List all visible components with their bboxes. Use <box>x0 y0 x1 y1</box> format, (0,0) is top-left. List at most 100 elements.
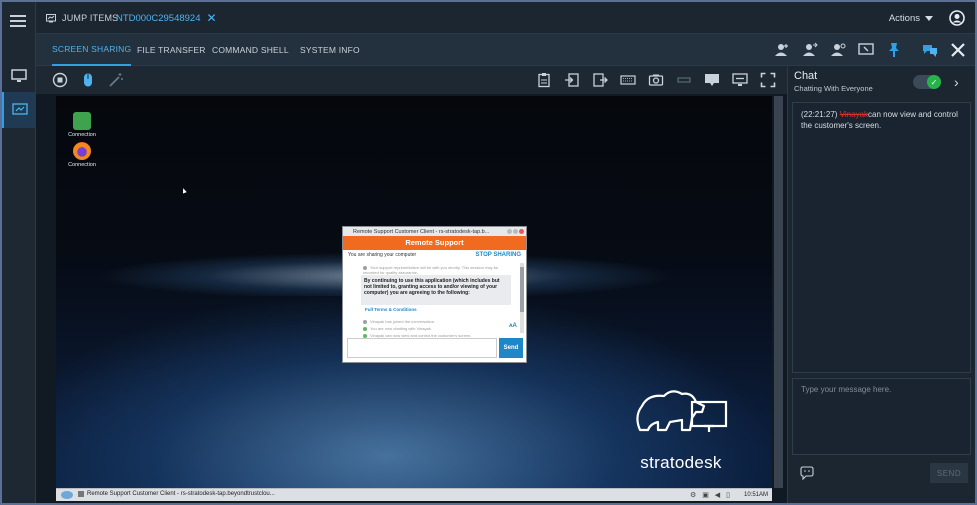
input-placeholder: Type your message here. <box>801 385 892 394</box>
annotate-screen-icon[interactable] <box>704 72 720 88</box>
close-icon[interactable] <box>519 229 524 234</box>
magic-wand-icon[interactable] <box>108 72 124 88</box>
dialog-message-input[interactable] <box>347 338 497 358</box>
session-subtabs: SCREEN SHARING FILE TRANSFER COMMAND SHE… <box>36 34 975 66</box>
monitor-icon[interactable] <box>2 58 36 94</box>
font-size-button[interactable]: ᴀA <box>509 323 517 329</box>
tab-label: SCREEN SHARING <box>52 44 132 54</box>
log-text: Vinayak has joined the conversation. <box>370 319 436 324</box>
jump-items-tab[interactable]: JUMP ITEMS <box>46 2 118 34</box>
brand-wordmark: stratodesk <box>640 453 722 472</box>
end-session-icon[interactable] <box>950 42 966 58</box>
remote-screen[interactable]: Connection Connection Remote Support Cus… <box>36 94 787 503</box>
desktop-shortcut-firefox[interactable]: Connection <box>62 142 102 168</box>
desktop-icon-label: Connection <box>68 132 96 138</box>
fullscreen-icon[interactable] <box>760 72 776 88</box>
remote-taskbar: Remote Support Customer Client - rs-stra… <box>56 488 772 501</box>
maximize-icon[interactable] <box>513 229 518 234</box>
faded-message: Your support representative will be with… <box>363 265 513 275</box>
dialog-banner: Remote Support <box>343 236 526 250</box>
terms-notice: By continuing to use this application (w… <box>361 275 511 305</box>
tab-system-info[interactable]: SYSTEM INFO <box>300 34 360 66</box>
taskbar-clock: 10:51AM <box>743 492 768 498</box>
chat-messages: (22:21:27) Vinayakcan now view and contr… <box>792 102 971 373</box>
firefox-icon <box>73 142 91 160</box>
chat-message-input[interactable]: Type your message here. <box>792 378 971 455</box>
dialog-title: Remote Support Customer Client - rs-stra… <box>353 228 490 235</box>
pin-icon[interactable] <box>886 42 902 58</box>
user-account-icon[interactable] <box>949 10 965 26</box>
session-tab[interactable]: NTD000C29548924 ✕ <box>116 2 217 34</box>
dialog-send-button[interactable]: Send <box>499 338 523 358</box>
dialog-scrollbar[interactable] <box>520 263 524 333</box>
chat-panel: Chat Chatting With Everyone ✓ › (22:21:2… <box>787 66 975 503</box>
log-text: You are now chatting with Vinayak. <box>370 326 432 331</box>
customer-client-dialog[interactable]: Remote Support Customer Client - rs-stra… <box>342 226 527 363</box>
actions-menu[interactable]: Actions <box>889 2 933 34</box>
terms-link[interactable]: Full Terms & Conditions <box>365 307 417 312</box>
chat-log-entry: Vinayak has joined the conversation. <box>363 319 513 324</box>
remote-desktop[interactable]: Connection Connection Remote Support Cus… <box>56 96 772 488</box>
remote-scrollbar[interactable] <box>774 96 783 488</box>
notice-text: By continuing to use this application (w… <box>364 278 500 296</box>
user-transfer-icon[interactable] <box>802 42 818 58</box>
chevron-right-icon[interactable]: › <box>954 74 959 90</box>
tab-label: FILE TRANSFER <box>137 45 206 55</box>
remote-session-icon[interactable] <box>2 92 36 128</box>
tab-label: SYSTEM INFO <box>300 45 360 55</box>
close-icon[interactable]: ✕ <box>207 11 217 25</box>
stop-icon[interactable] <box>52 72 68 88</box>
dialog-titlebar: Remote Support Customer Client - rs-stra… <box>343 227 526 236</box>
camera-icon[interactable] <box>648 72 664 88</box>
left-rail <box>2 2 36 503</box>
tab-command-shell[interactable]: COMMAND SHELL <box>212 34 289 66</box>
stop-sharing-button[interactable]: STOP SHARING <box>476 252 521 258</box>
keyboard-icon[interactable] <box>620 72 636 88</box>
chat-icon[interactable] <box>922 42 938 58</box>
mouse-icon[interactable] <box>80 72 96 88</box>
clipboard-icon[interactable] <box>536 72 552 88</box>
chevron-down-icon <box>925 15 933 21</box>
screen-share-icon[interactable] <box>858 42 874 58</box>
minimize-icon[interactable] <box>507 229 512 234</box>
receive-file-icon[interactable] <box>592 72 608 88</box>
privacy-screen-icon[interactable] <box>676 72 692 88</box>
sharing-row: You are sharing your computer STOP SHARI… <box>343 250 526 259</box>
chat-title: Chat <box>794 70 818 82</box>
screen-toolbar <box>36 66 787 94</box>
message-text: Your support representative will be with… <box>363 265 499 275</box>
emoji-icon[interactable] <box>800 466 814 480</box>
tab-label: COMMAND SHELL <box>212 45 289 55</box>
app-icon <box>78 491 84 497</box>
connection-icon <box>73 112 91 130</box>
status-dot-icon <box>363 319 367 324</box>
send-file-icon[interactable] <box>564 72 580 88</box>
chat-subtitle: Chatting With Everyone <box>794 84 873 93</box>
chat-send-button[interactable]: SEND <box>930 463 968 483</box>
display-select-icon[interactable] <box>732 72 748 88</box>
session-tab-label: NTD000C29548924 <box>116 12 201 24</box>
tab-file-transfer[interactable]: FILE TRANSFER <box>137 34 206 66</box>
mouse-pointer <box>181 187 187 194</box>
desktop-shortcut-connection[interactable]: Connection <box>62 112 102 138</box>
stratodesk-logo: stratodesk <box>626 386 736 473</box>
user-invite-icon[interactable] <box>774 42 790 58</box>
sharing-status: You are sharing your computer <box>348 251 417 258</box>
menu-icon[interactable] <box>10 15 26 30</box>
tab-screen-sharing[interactable]: SCREEN SHARING <box>52 34 132 66</box>
taskbar-task[interactable]: Remote Support Customer Client - rs-stra… <box>78 491 275 497</box>
jump-icon <box>46 13 56 22</box>
user-share-icon[interactable] <box>830 42 846 58</box>
bear-logo-icon <box>636 390 728 432</box>
check-icon: ✓ <box>927 75 941 89</box>
chat-everyone-toggle[interactable]: ✓ <box>913 75 941 89</box>
start-menu-icon[interactable] <box>60 490 74 500</box>
system-tray[interactable]: ⚙ ▣ ◀ ▯ <box>690 491 732 499</box>
chat-header: Chat Chatting With Everyone <box>794 70 873 93</box>
message-sender: Vinayak <box>839 110 869 119</box>
message-time: (22:21:27) <box>801 110 838 119</box>
jump-items-label: JUMP ITEMS <box>62 13 119 23</box>
desktop-icon-label: Connection <box>68 162 96 168</box>
actions-label: Actions <box>888 12 920 24</box>
taskbar-task-label: Remote Support Customer Client - rs-stra… <box>87 491 275 497</box>
